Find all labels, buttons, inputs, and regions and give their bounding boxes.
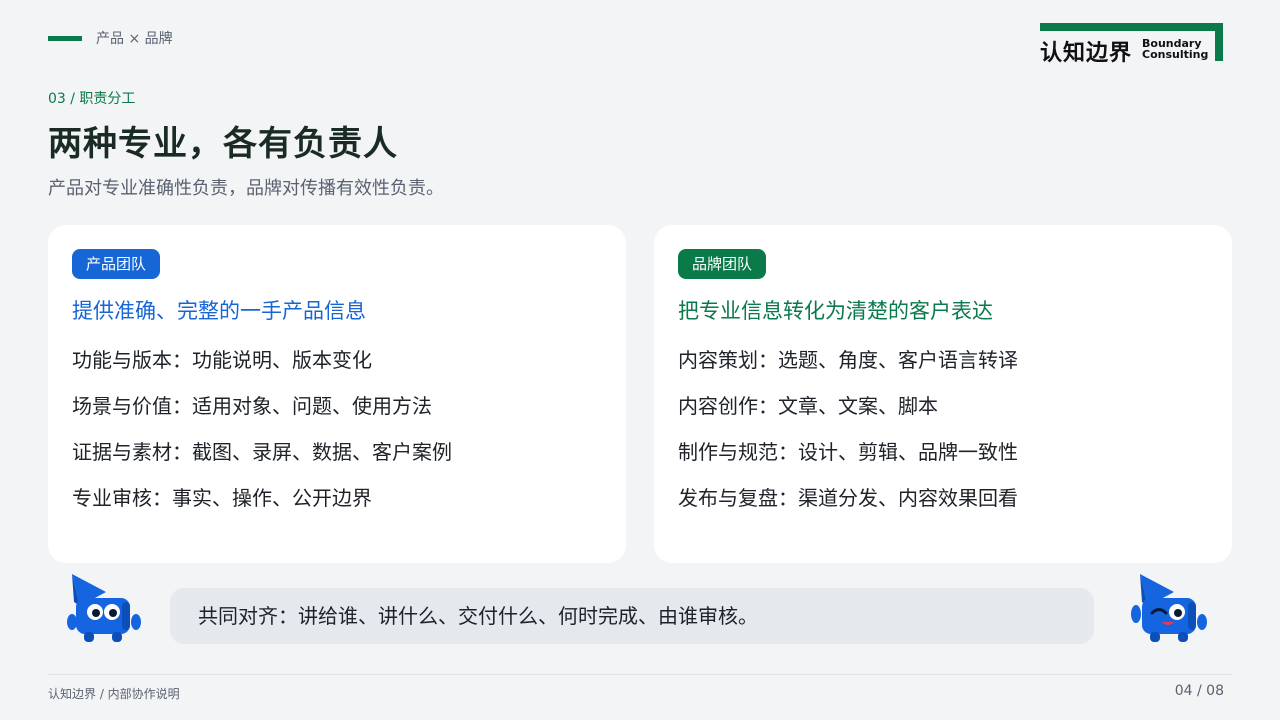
page-subtitle: 产品对专业准确性负责，品牌对传播有效性负责。 [48,178,444,199]
list-item: 功能与版本：功能说明、版本变化 [72,348,372,372]
alignment-banner: 共同对齐：讲给谁、讲什么、交付什么、何时完成、由谁审核。 [170,588,1094,644]
mascot-left-icon [66,572,144,644]
logo-top-bar [1040,23,1223,31]
section-tag: 03 / 职责分工 [48,91,136,107]
footer-divider [48,674,1232,675]
alignment-text: 共同对齐：讲给谁、讲什么、交付什么、何时完成、由谁审核。 [198,604,758,628]
brand-team-list: 内容策划：选题、角度、客户语言转译 内容创作：文章、文案、脚本 制作与规范：设计… [678,346,1018,530]
product-team-heading: 提供准确、完整的一手产品信息 [72,299,366,323]
product-team-list: 功能与版本：功能说明、版本变化 场景与价值：适用对象、问题、使用方法 证据与素材… [72,346,452,530]
logo-english-name: Boundary Consulting [1142,38,1208,60]
logo-chinese-name: 认知边界 [1040,41,1133,66]
header-breadcrumb: 产品 × 品牌 [96,31,173,47]
list-item: 证据与素材：截图、录屏、数据、客户案例 [72,440,452,464]
logo-english-line2: Consulting [1142,48,1209,61]
mascot-right-icon [1130,572,1208,644]
brand-logo: 认知边界 Boundary Consulting [1040,23,1223,66]
page-title: 两种专业，各有负责人 [48,124,398,164]
list-item: 制作与规范：设计、剪辑、品牌一致性 [678,440,1018,464]
logo-side-bar [1215,23,1223,61]
product-team-card: 产品团队 提供准确、完整的一手产品信息 功能与版本：功能说明、版本变化 场景与价… [48,225,626,563]
brand-team-badge: 品牌团队 [678,249,767,279]
product-team-badge: 产品团队 [72,249,161,279]
list-item: 场景与价值：适用对象、问题、使用方法 [72,394,432,418]
header-accent-bar [48,36,82,41]
brand-team-card: 品牌团队 把专业信息转化为清楚的客户表达 内容策划：选题、角度、客户语言转译 内… [654,225,1232,563]
list-item: 内容创作：文章、文案、脚本 [678,394,938,418]
brand-team-heading: 把专业信息转化为清楚的客户表达 [678,299,993,323]
footer-caption: 认知边界 / 内部协作说明 [48,687,180,701]
page-number: 04 / 08 [1174,683,1224,699]
list-item: 发布与复盘：渠道分发、内容效果回看 [678,486,1018,510]
list-item: 专业审核：事实、操作、公开边界 [72,486,372,510]
list-item: 内容策划：选题、角度、客户语言转译 [678,348,1018,372]
